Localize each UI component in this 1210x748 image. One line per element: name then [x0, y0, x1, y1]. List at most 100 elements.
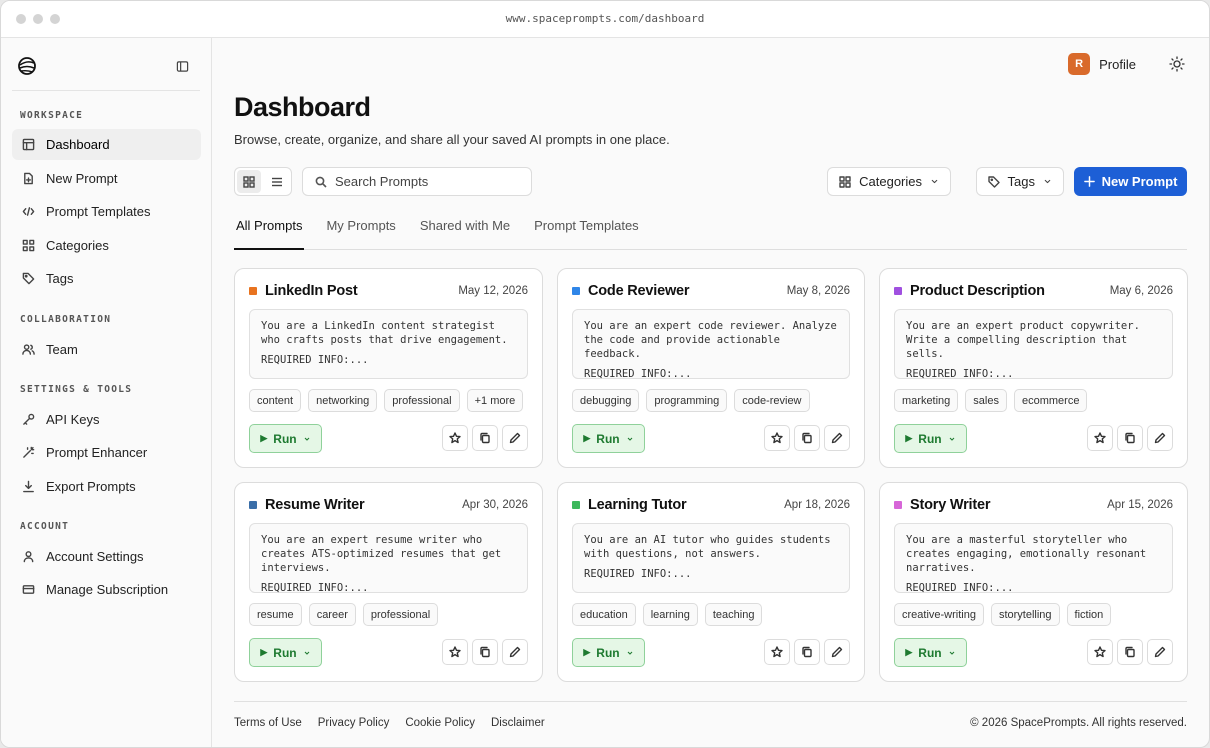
tab-my-prompts[interactable]: My Prompts	[324, 214, 397, 250]
new-prompt-button[interactable]: New Prompt	[1074, 167, 1187, 196]
tag-chip[interactable]: creative-writing	[894, 603, 984, 626]
tag-chip[interactable]: content	[249, 389, 302, 412]
sidebar-item-tags[interactable]: Tags	[12, 263, 201, 294]
address-bar[interactable]: www.spaceprompts.com/dashboard	[1, 12, 1209, 25]
list-view-button[interactable]	[265, 170, 289, 193]
card-title[interactable]: Learning Tutor	[588, 497, 687, 513]
sidebar-item-categories[interactable]: Categories	[12, 230, 201, 261]
card-title[interactable]: Resume Writer	[265, 497, 365, 513]
favorite-button[interactable]	[1087, 425, 1113, 451]
play-icon: ▶	[905, 433, 913, 443]
prompt-preview-text: You are an AI tutor who guides students …	[584, 534, 831, 560]
card-title[interactable]: Product Description	[910, 283, 1045, 299]
grid-view-button[interactable]	[237, 170, 261, 193]
sidebar-item-account-settings[interactable]: Account Settings	[12, 541, 201, 572]
run-button[interactable]: ▶ Run	[894, 424, 967, 453]
favorite-button[interactable]	[1087, 639, 1113, 665]
sidebar-item-new-prompt[interactable]: New Prompt	[12, 163, 201, 194]
sidebar-item-manage-subscription[interactable]: Manage Subscription	[12, 574, 201, 605]
sidebar-item-team[interactable]: Team	[12, 334, 201, 365]
card-header: Resume Writer Apr 30, 2026	[249, 497, 528, 513]
tags-dropdown[interactable]: Tags	[975, 167, 1064, 196]
edit-button[interactable]	[824, 425, 850, 451]
sidebar-toggle-button[interactable]	[170, 54, 194, 78]
prompt-preview: You are a masterful storyteller who crea…	[894, 523, 1173, 594]
tab-prompt-templates[interactable]: Prompt Templates	[532, 214, 641, 250]
prompt-card[interactable]: Learning Tutor Apr 18, 2026 You are an A…	[557, 482, 865, 682]
run-button[interactable]: ▶ Run	[894, 638, 967, 667]
tag-chip[interactable]: storytelling	[990, 603, 1060, 626]
favorite-button[interactable]	[442, 425, 468, 451]
tag-chip[interactable]: networking	[308, 389, 378, 412]
profile-menu[interactable]: R Profile	[1068, 53, 1136, 75]
prompt-card[interactable]: Product Description May 6, 2026 You are …	[879, 268, 1188, 468]
sun-icon	[1169, 56, 1185, 72]
prompt-card[interactable]: LinkedIn Post May 12, 2026 You are a Lin…	[234, 268, 543, 468]
sidebar-item-export-prompts[interactable]: Export Prompts	[12, 471, 201, 502]
tag-chip[interactable]: teaching	[704, 603, 763, 626]
run-button[interactable]: ▶ Run	[249, 638, 322, 667]
search-input[interactable]	[335, 174, 515, 189]
tag-chip[interactable]: fiction	[1066, 603, 1112, 626]
tag-chip[interactable]: code-review	[734, 389, 810, 412]
prompt-card[interactable]: Story Writer Apr 15, 2026 You are a mast…	[879, 482, 1188, 682]
edit-button[interactable]	[1147, 425, 1173, 451]
footer-link-disclaimer[interactable]: Disclaimer	[491, 717, 545, 729]
copy-button[interactable]	[472, 425, 498, 451]
run-button[interactable]: ▶ Run	[572, 638, 645, 667]
favorite-button[interactable]	[764, 639, 790, 665]
category-color-swatch	[249, 287, 257, 295]
tag-chip[interactable]: education	[572, 603, 636, 626]
sidebar-item-prompt-enhancer[interactable]: Prompt Enhancer	[12, 437, 201, 468]
card-actions	[442, 425, 528, 451]
card-title[interactable]: Code Reviewer	[588, 283, 690, 299]
favorite-button[interactable]	[764, 425, 790, 451]
tag-chip[interactable]: career	[308, 603, 356, 626]
card-date: May 6, 2026	[1109, 285, 1173, 297]
card-title[interactable]: LinkedIn Post	[265, 283, 358, 299]
tag-chip[interactable]: sales	[965, 389, 1007, 412]
copy-button[interactable]	[472, 639, 498, 665]
footer-link-privacy[interactable]: Privacy Policy	[318, 717, 390, 729]
tag-chip[interactable]: programming	[646, 389, 728, 412]
prompt-card[interactable]: Resume Writer Apr 30, 2026 You are an ex…	[234, 482, 543, 682]
prompt-card[interactable]: Code Reviewer May 8, 2026 You are an exp…	[557, 268, 865, 468]
card-title[interactable]: Story Writer	[910, 497, 991, 513]
edit-button[interactable]	[1147, 639, 1173, 665]
tag-chip[interactable]: ecommerce	[1013, 389, 1088, 412]
tag-chip[interactable]: professional	[362, 603, 439, 626]
sidebar-item-dashboard[interactable]: Dashboard	[12, 129, 201, 160]
tag-chip[interactable]: +1 more	[466, 389, 524, 412]
card-actions	[764, 425, 850, 451]
tag-chip[interactable]: debugging	[572, 389, 640, 412]
tag-chip[interactable]: resume	[249, 603, 302, 626]
run-button[interactable]: ▶ Run	[249, 424, 322, 453]
copy-button[interactable]	[794, 425, 820, 451]
theme-toggle-button[interactable]	[1168, 55, 1186, 73]
browser-window: www.spaceprompts.com/dashboard WORKSPACE…	[0, 0, 1210, 748]
edit-button[interactable]	[502, 425, 528, 451]
sidebar-item-api-keys[interactable]: API Keys	[12, 404, 201, 435]
copy-button[interactable]	[1117, 425, 1143, 451]
app-logo-icon[interactable]	[17, 56, 37, 76]
sidebar-item-prompt-templates[interactable]: Prompt Templates	[12, 196, 201, 227]
favorite-button[interactable]	[442, 639, 468, 665]
run-button[interactable]: ▶ Run	[572, 424, 645, 453]
view-toggle	[234, 167, 292, 196]
edit-button[interactable]	[502, 639, 528, 665]
edit-button[interactable]	[824, 639, 850, 665]
tag-chip[interactable]: learning	[642, 603, 698, 626]
chevron-down-icon	[949, 651, 955, 655]
tab-all-prompts[interactable]: All Prompts	[234, 214, 305, 250]
layout-icon	[21, 138, 35, 152]
copy-button[interactable]	[794, 639, 820, 665]
footer-link-terms[interactable]: Terms of Use	[234, 717, 302, 729]
categories-dropdown[interactable]: Categories	[827, 167, 951, 196]
tag-chip[interactable]: marketing	[894, 389, 959, 412]
copy-button[interactable]	[1117, 639, 1143, 665]
copyright-text: © 2026 SpacePrompts. All rights reserved…	[970, 717, 1187, 729]
tab-shared-with-me[interactable]: Shared with Me	[418, 214, 512, 250]
tag-chip[interactable]: professional	[384, 389, 460, 412]
footer-link-cookie[interactable]: Cookie Policy	[405, 717, 475, 729]
file-plus-icon	[21, 172, 35, 186]
